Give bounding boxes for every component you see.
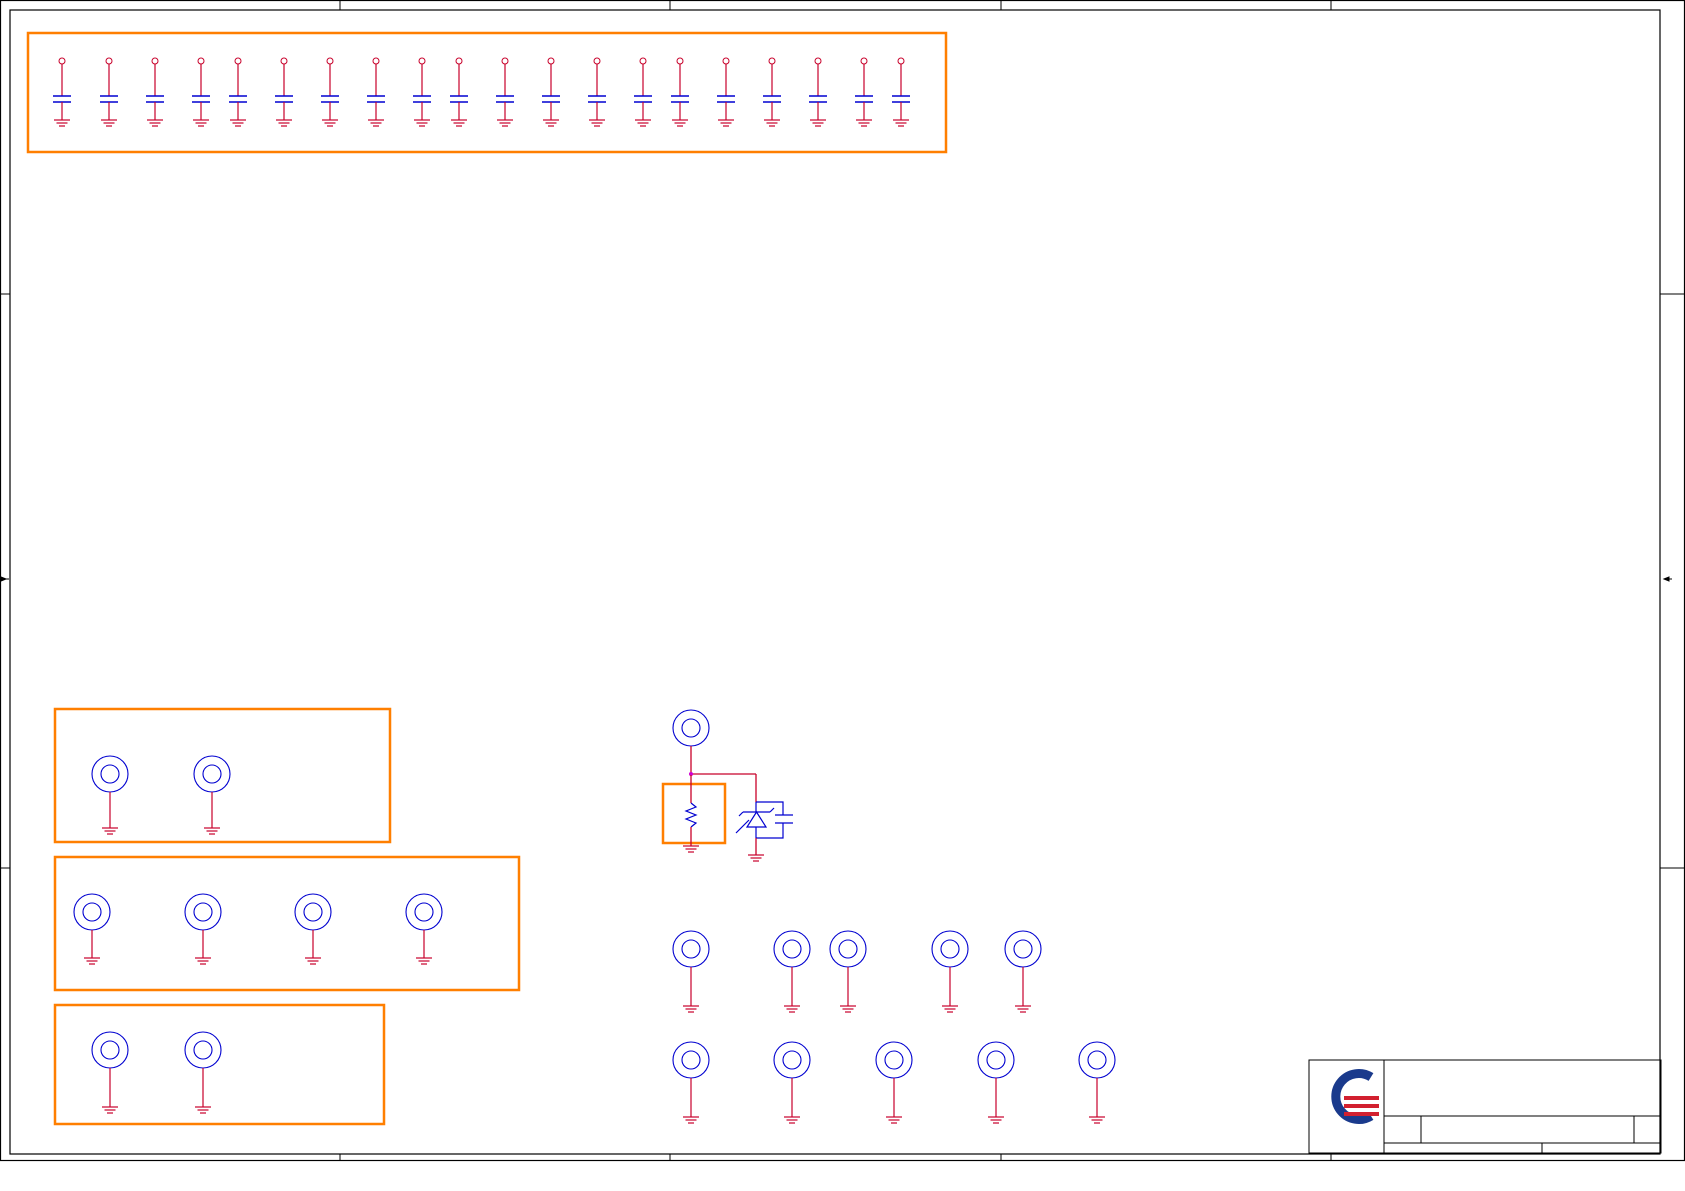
schematic-sheet <box>0 0 1685 1191</box>
logo-stripe-3 <box>1344 1112 1379 1116</box>
sheet-background <box>0 0 1685 1191</box>
logo-stripe-1 <box>1344 1096 1379 1100</box>
logo-stripe-2 <box>1344 1104 1379 1108</box>
